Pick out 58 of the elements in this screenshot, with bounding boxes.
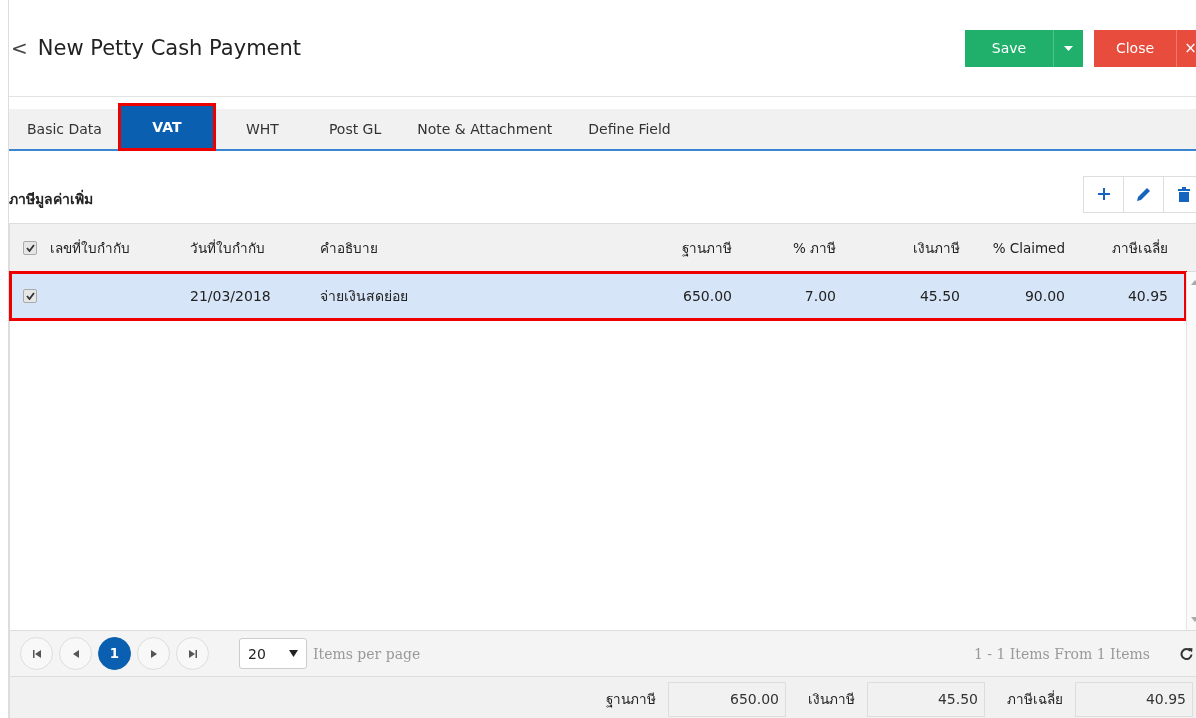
table-cell-text: 45.50 [918, 287, 961, 304]
column-header: % Claimed [991, 239, 1066, 256]
tab[interactable]: WHT [213, 109, 311, 149]
total-label: เงินภาษี [808, 690, 855, 709]
first-page-icon [32, 649, 41, 658]
trash-icon [1177, 186, 1190, 202]
total-field: 650.00 [668, 681, 786, 717]
next-icon [150, 649, 157, 658]
row-checkbox[interactable] [23, 288, 37, 303]
page-size-dropdown[interactable]: 20 [239, 638, 307, 669]
column-header: คำอธิบาย [320, 238, 379, 258]
column-header: เงินภาษี [912, 238, 961, 258]
table-cell-text: 21/03/2018 [190, 287, 272, 304]
table-row[interactable]: 21/03/2018 จ่ายเงินสดย่อย 650.00 7.00 45.50 90.00 40.95 [10, 272, 1186, 320]
column-header: วันที่ใบกำกับ [190, 238, 266, 258]
last-page-icon [188, 649, 197, 658]
pencil-icon [1136, 187, 1151, 201]
tab[interactable]: Basic Data [9, 109, 120, 149]
close-button[interactable]: Close [1094, 29, 1176, 67]
total-label: ฐานภาษี [606, 690, 656, 710]
tab[interactable]: Note & Attachment [399, 109, 571, 149]
tab[interactable]: Define Field [570, 109, 689, 149]
tab[interactable]: Post GL [310, 109, 400, 149]
next-page-button[interactable] [137, 637, 170, 670]
select-all-checkbox[interactable] [23, 240, 37, 255]
delete-button[interactable] [1163, 175, 1196, 213]
items-summary: 1 - 1 Items From 1 Items [973, 645, 1150, 662]
previous-page-button[interactable] [59, 637, 92, 670]
dropdown-arrow-icon [289, 650, 298, 657]
total-label: ภาษีเฉลี่ย [1007, 689, 1063, 709]
refresh-button[interactable] [1180, 647, 1193, 660]
table-cell-text: 7.00 [803, 287, 837, 304]
total-field: 40.95 [1075, 681, 1193, 717]
last-page-button[interactable] [176, 637, 209, 670]
table-cell-text: 650.00 [682, 287, 733, 304]
caret-icon [1064, 45, 1073, 51]
plus-icon [1097, 188, 1110, 200]
tab[interactable]: VAT [119, 105, 214, 149]
table-cell-text: 40.95 [1126, 287, 1169, 304]
column-header: เลขที่ใบกำกับ [50, 238, 131, 258]
items-per-page-label: Items per page [313, 645, 421, 662]
edit-button[interactable] [1123, 175, 1164, 213]
column-header: % ภาษี [791, 238, 837, 258]
add-button[interactable] [1083, 175, 1124, 213]
column-header: ภาษีเฉลี่ย [1111, 238, 1169, 258]
back-button[interactable]: < [9, 36, 38, 60]
section-title: ภาษีมูลค่าเพิ่ม [9, 188, 93, 210]
total-field: 45.50 [867, 681, 985, 717]
save-menu-button[interactable] [1053, 29, 1083, 67]
table-cell-text: 90.00 [1023, 287, 1066, 304]
page-title: New Petty Cash Payment [37, 36, 302, 60]
column-header: ฐานภาษี [681, 238, 733, 259]
page-button[interactable]: 1 [98, 637, 131, 670]
close-x-button[interactable]: × [1176, 29, 1196, 67]
previous-icon [72, 649, 79, 658]
refresh-icon [1180, 647, 1193, 660]
table-cell-text: จ่ายเงินสดย่อย [320, 286, 409, 306]
first-page-button[interactable] [20, 637, 53, 670]
